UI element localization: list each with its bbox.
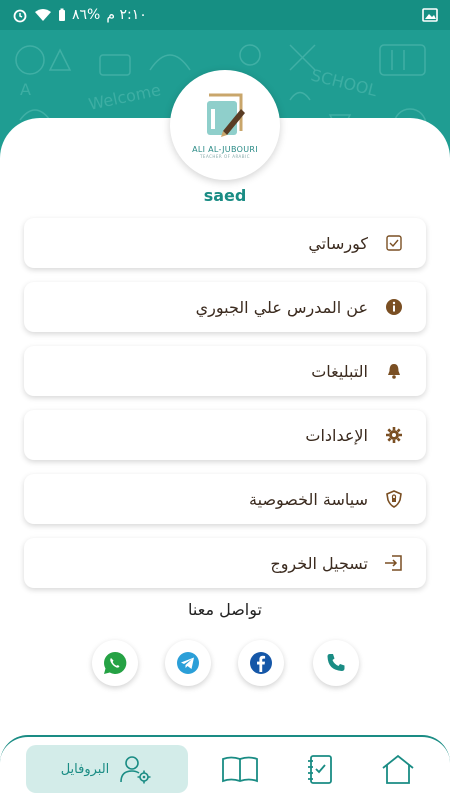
bottom-navigation: البروفايل bbox=[0, 735, 450, 800]
menu-item-notifications[interactable]: التبليغات bbox=[24, 346, 426, 396]
battery-icon bbox=[59, 8, 65, 21]
nav-library-tab[interactable] bbox=[220, 751, 260, 787]
gear-icon bbox=[384, 425, 404, 445]
wifi-icon bbox=[35, 9, 51, 21]
info-icon bbox=[384, 297, 404, 317]
nav-home-tab[interactable] bbox=[378, 751, 418, 787]
tasks-icon bbox=[308, 755, 332, 784]
menu-item-logout[interactable]: تسجيل الخروج bbox=[24, 538, 426, 588]
menu-item-label: عن المدرس علي الجبوري bbox=[195, 297, 368, 317]
checklist-icon bbox=[384, 233, 404, 253]
menu-item-settings[interactable]: الإعدادات bbox=[24, 410, 426, 460]
clock: ٢:١٠ م bbox=[106, 7, 147, 23]
image-icon bbox=[422, 8, 438, 22]
svg-text:SCHOOL: SCHOOL bbox=[309, 65, 379, 100]
logo-mark-icon bbox=[207, 93, 245, 137]
menu-item-about-teacher[interactable]: عن المدرس علي الجبوري bbox=[24, 282, 426, 332]
logout-icon bbox=[384, 553, 404, 573]
menu-item-label: سياسة الخصوصية bbox=[249, 489, 368, 509]
status-bar: ٢:١٠ م %٨٦ bbox=[0, 0, 450, 30]
menu-item-label: تسجيل الخروج bbox=[270, 553, 368, 573]
nav-profile-tab[interactable]: البروفايل bbox=[26, 745, 188, 793]
nav-profile-label: البروفايل bbox=[60, 761, 110, 777]
whatsapp-button[interactable] bbox=[92, 640, 138, 686]
facebook-button[interactable] bbox=[238, 640, 284, 686]
telegram-button[interactable] bbox=[165, 640, 211, 686]
bell-icon bbox=[384, 361, 404, 381]
contact-us-title: تواصل معنا bbox=[188, 600, 262, 619]
menu-item-label: التبليغات bbox=[311, 361, 368, 381]
facebook-icon bbox=[250, 652, 272, 674]
telegram-icon bbox=[177, 652, 199, 674]
alarm-icon bbox=[13, 9, 27, 23]
teacher-logo: ALI AL-JUBOURI TEACHER OF ARABIC bbox=[170, 70, 280, 180]
svg-text:Welcome: Welcome bbox=[87, 80, 163, 114]
svg-text:A: A bbox=[20, 80, 31, 99]
menu-item-my-courses[interactable]: كورساتي bbox=[24, 218, 426, 268]
menu-item-privacy-policy[interactable]: سياسة الخصوصية bbox=[24, 474, 426, 524]
menu-item-label: الإعدادات bbox=[305, 425, 368, 445]
menu-item-label: كورساتي bbox=[308, 233, 368, 253]
phone-button[interactable] bbox=[313, 640, 359, 686]
book-icon bbox=[222, 756, 258, 783]
battery-percent: %٨٦ bbox=[72, 7, 101, 23]
whatsapp-icon bbox=[104, 651, 127, 674]
nav-tasks-tab[interactable] bbox=[300, 751, 340, 787]
username: saed bbox=[203, 186, 247, 205]
phone-icon bbox=[327, 654, 345, 671]
profile-icon bbox=[120, 756, 151, 784]
logo-subtext: TEACHER OF ARABIC bbox=[199, 154, 251, 159]
logo-text: ALI AL-JUBOURI bbox=[192, 145, 258, 154]
shield-icon bbox=[384, 489, 404, 509]
status-left: ٢:١٠ م %٨٦ bbox=[12, 7, 147, 23]
home-icon bbox=[382, 754, 414, 784]
